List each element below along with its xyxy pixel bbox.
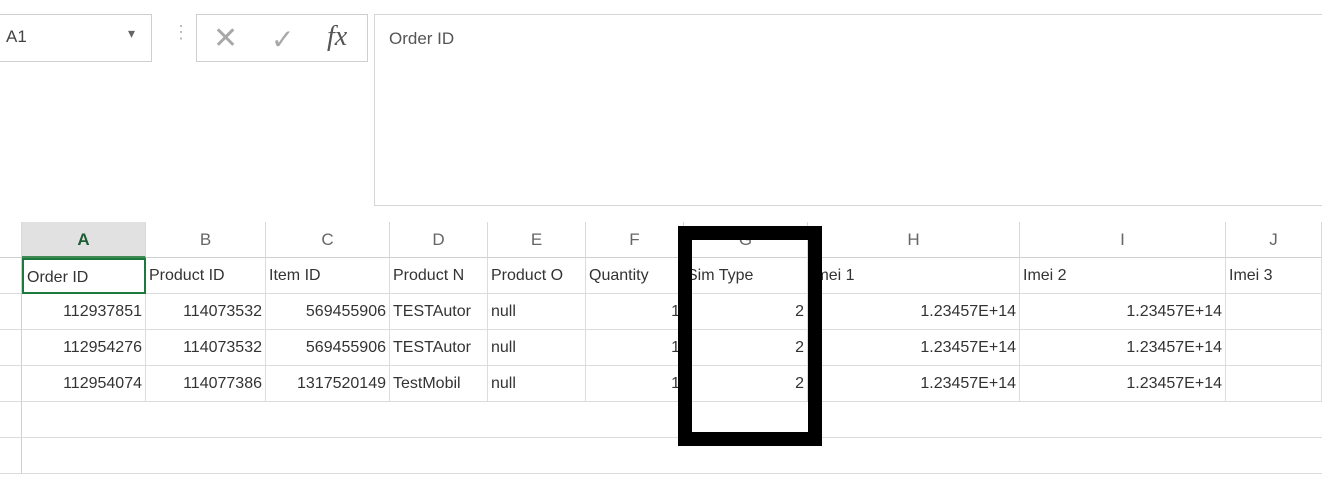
table-cell[interactable]: 114073532 bbox=[146, 330, 266, 366]
table-cell[interactable]: 114077386 bbox=[146, 366, 266, 402]
table-cell[interactable]: 2 bbox=[684, 366, 808, 402]
column-header-i[interactable]: I bbox=[1020, 222, 1226, 258]
column-header-c[interactable]: C bbox=[266, 222, 390, 258]
empty-row[interactable] bbox=[22, 402, 1322, 438]
row-header[interactable] bbox=[0, 330, 22, 366]
chevron-down-icon[interactable]: ▾ bbox=[128, 25, 135, 42]
cell-i1[interactable]: Imei 2 bbox=[1020, 258, 1226, 294]
table-cell[interactable]: 2 bbox=[684, 330, 808, 366]
formula-content: Order ID bbox=[389, 29, 455, 48]
table-cell[interactable]: 1.23457E+14 bbox=[808, 366, 1020, 402]
column-header-h[interactable]: H bbox=[808, 222, 1020, 258]
spreadsheet-grid: A B C D E F G H I J Order ID Product ID … bbox=[0, 222, 1322, 489]
table-cell[interactable]: 1.23457E+14 bbox=[808, 330, 1020, 366]
name-box[interactable]: A1 ▾ bbox=[0, 14, 152, 62]
table-cell[interactable]: 569455906 bbox=[266, 330, 390, 366]
cell-e1[interactable]: Product O bbox=[488, 258, 586, 294]
table-cell[interactable]: 1.23457E+14 bbox=[808, 294, 1020, 330]
table-cell[interactable]: 114073532 bbox=[146, 294, 266, 330]
cell-d1[interactable]: Product N bbox=[390, 258, 488, 294]
column-header-a[interactable]: A bbox=[22, 222, 146, 258]
cell-a1[interactable]: Order ID bbox=[22, 258, 146, 294]
row-header[interactable] bbox=[0, 402, 22, 438]
table-cell[interactable]: 2 bbox=[684, 294, 808, 330]
name-box-value: A1 bbox=[6, 27, 27, 46]
table-cell[interactable] bbox=[1226, 366, 1322, 402]
table-cell[interactable]: TESTAutor bbox=[390, 330, 488, 366]
table-cell[interactable]: 1.23457E+14 bbox=[1020, 330, 1226, 366]
empty-row[interactable] bbox=[22, 438, 1322, 474]
table-cell[interactable]: 1.23457E+14 bbox=[1020, 366, 1226, 402]
table-cell[interactable] bbox=[1226, 330, 1322, 366]
table-cell[interactable]: 1317520149 bbox=[266, 366, 390, 402]
table-cell[interactable]: 1 bbox=[586, 294, 684, 330]
column-header-g[interactable]: G bbox=[684, 222, 808, 258]
column-header-e[interactable]: E bbox=[488, 222, 586, 258]
cell-b1[interactable]: Product ID bbox=[146, 258, 266, 294]
row-header[interactable] bbox=[0, 258, 22, 294]
cell-f1[interactable]: Quantity bbox=[586, 258, 684, 294]
cell-h1[interactable]: Imei 1 bbox=[808, 258, 1020, 294]
table-cell[interactable]: 1 bbox=[586, 366, 684, 402]
table-cell[interactable]: 112954276 bbox=[22, 330, 146, 366]
table-cell[interactable]: null bbox=[488, 330, 586, 366]
table-cell[interactable]: 112954074 bbox=[22, 366, 146, 402]
cell-g1[interactable]: Sim Type bbox=[684, 258, 808, 294]
cancel-icon[interactable]: ✕ bbox=[213, 21, 238, 56]
table-cell[interactable]: 1.23457E+14 bbox=[1020, 294, 1226, 330]
table-cell[interactable]: TestMobil bbox=[390, 366, 488, 402]
formula-controls: ✕ ✓ fx bbox=[196, 14, 368, 62]
table-cell[interactable]: null bbox=[488, 294, 586, 330]
cell-c1[interactable]: Item ID bbox=[266, 258, 390, 294]
column-header-d[interactable]: D bbox=[390, 222, 488, 258]
row-header[interactable] bbox=[0, 294, 22, 330]
table-cell[interactable]: TESTAutor bbox=[390, 294, 488, 330]
formula-input[interactable]: Order ID bbox=[374, 14, 1322, 206]
insert-function-icon[interactable]: fx bbox=[327, 21, 347, 53]
table-cell[interactable]: null bbox=[488, 366, 586, 402]
column-header-f[interactable]: F bbox=[586, 222, 684, 258]
select-all-corner[interactable] bbox=[0, 222, 22, 258]
table-cell[interactable]: 112937851 bbox=[22, 294, 146, 330]
drag-handle-icon[interactable]: ⋮ bbox=[172, 22, 192, 43]
row-header[interactable] bbox=[0, 438, 22, 474]
row-header[interactable] bbox=[0, 366, 22, 402]
table-cell[interactable] bbox=[1226, 294, 1322, 330]
column-header-j[interactable]: J bbox=[1226, 222, 1322, 258]
table-cell[interactable]: 1 bbox=[586, 330, 684, 366]
column-header-b[interactable]: B bbox=[146, 222, 266, 258]
enter-icon[interactable]: ✓ bbox=[271, 23, 294, 56]
table-cell[interactable]: 569455906 bbox=[266, 294, 390, 330]
cell-j1[interactable]: Imei 3 bbox=[1226, 258, 1322, 294]
